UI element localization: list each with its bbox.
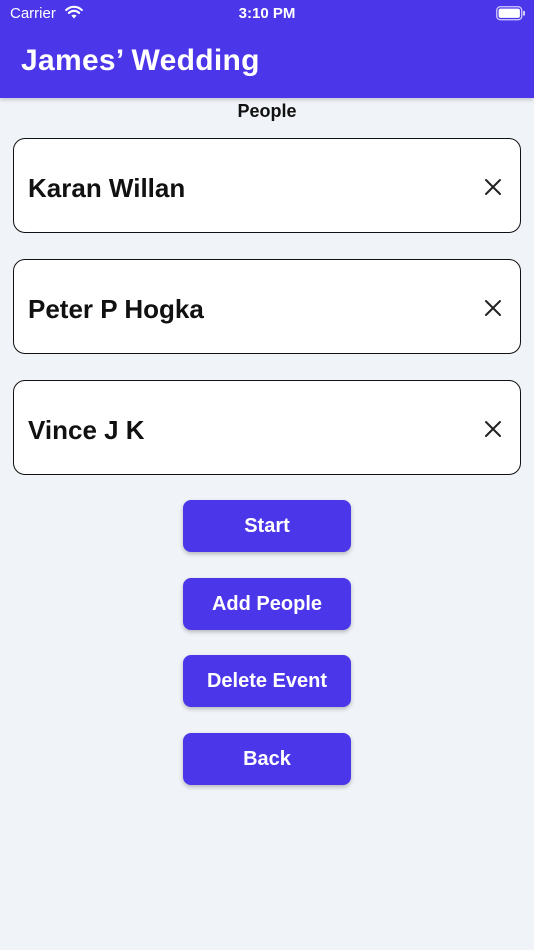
back-button[interactable]: Back [183, 733, 351, 785]
person-card: Karan Willan [13, 138, 521, 233]
close-icon[interactable] [482, 297, 504, 319]
person-name: Peter P Hogka [28, 294, 204, 324]
delete-event-button[interactable]: Delete Event [183, 655, 351, 707]
battery-icon [496, 6, 526, 25]
person-card: Peter P Hogka [13, 259, 521, 354]
add-people-button[interactable]: Add People [183, 578, 351, 630]
page-title: James’ Wedding [21, 44, 260, 77]
person-name: Karan Willan [28, 173, 186, 203]
app-header: Carrier 3:10 PM James’ Wedding [0, 0, 534, 98]
status-bar: Carrier 3:10 PM [0, 0, 534, 28]
status-time: 3:10 PM [238, 5, 296, 22]
start-button[interactable]: Start [183, 500, 351, 552]
close-icon[interactable] [482, 176, 504, 198]
section-label-people: People [237, 101, 297, 121]
close-icon[interactable] [482, 418, 504, 440]
person-name: Vince J K [28, 415, 145, 445]
person-card: Vince J K [13, 380, 521, 475]
